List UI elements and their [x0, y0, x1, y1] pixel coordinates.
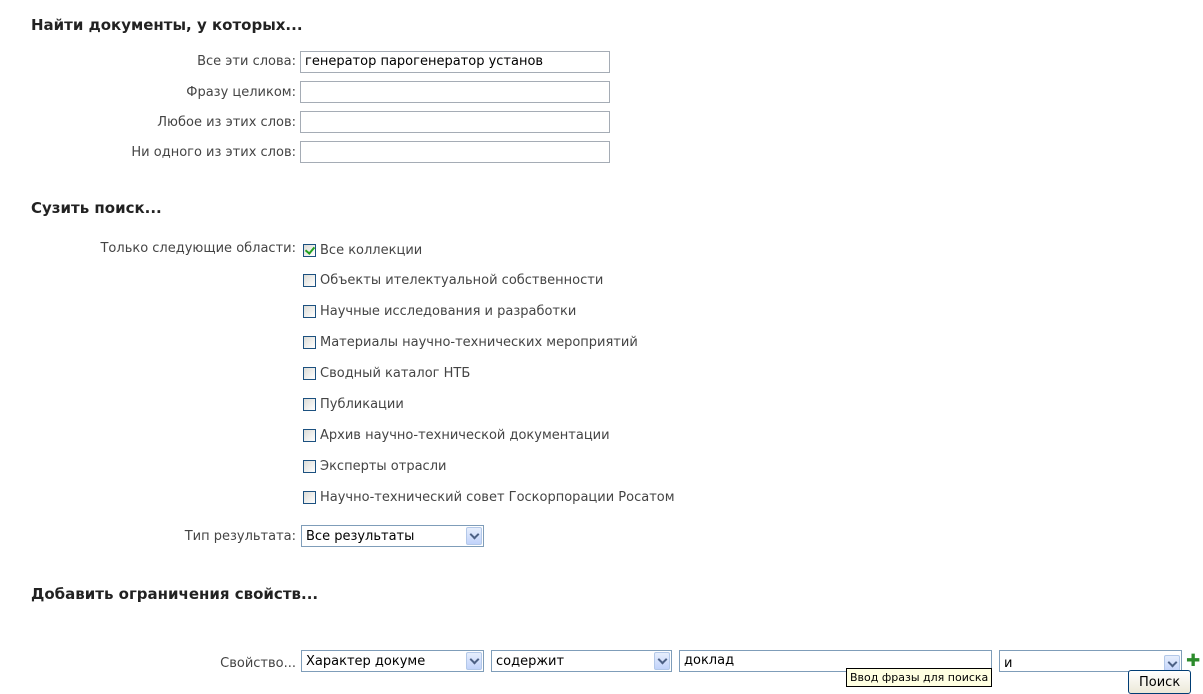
all-words-label: Все эти слова:	[197, 54, 296, 69]
checkbox[interactable]	[303, 335, 316, 349]
search-button[interactable]: Поиск	[1128, 670, 1192, 694]
result-type-select[interactable]: Все результаты	[301, 525, 484, 547]
area-experts[interactable]: Эксперты отрасли	[303, 457, 446, 475]
result-type-label: Тип результата:	[184, 529, 296, 544]
any-words-label: Любое из этих слов:	[157, 115, 296, 130]
checkbox[interactable]	[303, 428, 316, 442]
area-label: Научно-технический совет Госкорпорации Р…	[320, 489, 675, 505]
checkbox-checked[interactable]	[303, 243, 316, 257]
area-label: Публикации	[320, 396, 404, 412]
logic-value: и	[1004, 656, 1013, 671]
area-label: Научные исследования и разработки	[320, 303, 577, 319]
checkbox[interactable]	[303, 397, 316, 411]
checkbox[interactable]	[303, 304, 316, 318]
tooltip: Ввод фразы для поиска	[846, 668, 993, 687]
area-council[interactable]: Научно-технический совет Госкорпорации Р…	[303, 488, 675, 506]
all-words-input[interactable]: генератор парогенератор установ	[300, 51, 610, 73]
property-value: Характер докуме	[306, 653, 426, 669]
none-words-label: Ни одного из этих слов:	[131, 145, 296, 160]
property-label: Свойство...	[220, 656, 296, 671]
checkbox[interactable]	[303, 490, 316, 504]
checkbox[interactable]	[303, 366, 316, 380]
find-heading: Найти документы, у которых...	[31, 16, 303, 34]
checkbox[interactable]	[303, 459, 316, 473]
chevron-down-icon[interactable]	[466, 527, 482, 545]
props-heading: Добавить ограничения свойств...	[31, 585, 319, 603]
area-all-collections[interactable]: Все коллекции	[303, 241, 422, 259]
area-research[interactable]: Научные исследования и разработки	[303, 302, 576, 320]
narrow-heading: Сузить поиск...	[31, 199, 162, 217]
any-words-input[interactable]	[300, 111, 610, 133]
area-label: Сводный каталог НТБ	[320, 365, 471, 381]
area-ip-objects[interactable]: Объекты ителектуальной собственности	[303, 271, 603, 289]
phrase-input[interactable]	[300, 81, 610, 103]
phrase-label: Фразу целиком:	[186, 85, 296, 100]
checkbox[interactable]	[303, 273, 316, 287]
area-label: Все коллекции	[320, 242, 423, 258]
area-label: Материалы научно-технических мероприятий	[320, 334, 638, 350]
chevron-down-icon[interactable]	[466, 652, 482, 670]
areas-label: Только следующие области:	[100, 241, 296, 256]
chevron-down-icon[interactable]	[654, 652, 670, 670]
area-archive[interactable]: Архив научно-технической документации	[303, 426, 610, 444]
operator-value: содержит	[496, 653, 565, 669]
area-publications[interactable]: Публикации	[303, 395, 404, 413]
property-select[interactable]: Характер докуме	[301, 650, 484, 672]
area-label: Эксперты отрасли	[320, 458, 447, 474]
area-catalog[interactable]: Сводный каталог НТБ	[303, 364, 470, 382]
add-condition-icon[interactable]: ✚	[1186, 652, 1200, 670]
logic-select[interactable]: и	[999, 650, 1182, 672]
result-type-value: Все результаты	[306, 528, 415, 544]
area-events[interactable]: Материалы научно-технических мероприятий	[303, 333, 638, 351]
area-label: Объекты ителектуальной собственности	[320, 272, 604, 288]
operator-select[interactable]: содержит	[491, 650, 672, 672]
none-words-input[interactable]	[300, 141, 610, 163]
area-label: Архив научно-технической документации	[320, 427, 610, 443]
